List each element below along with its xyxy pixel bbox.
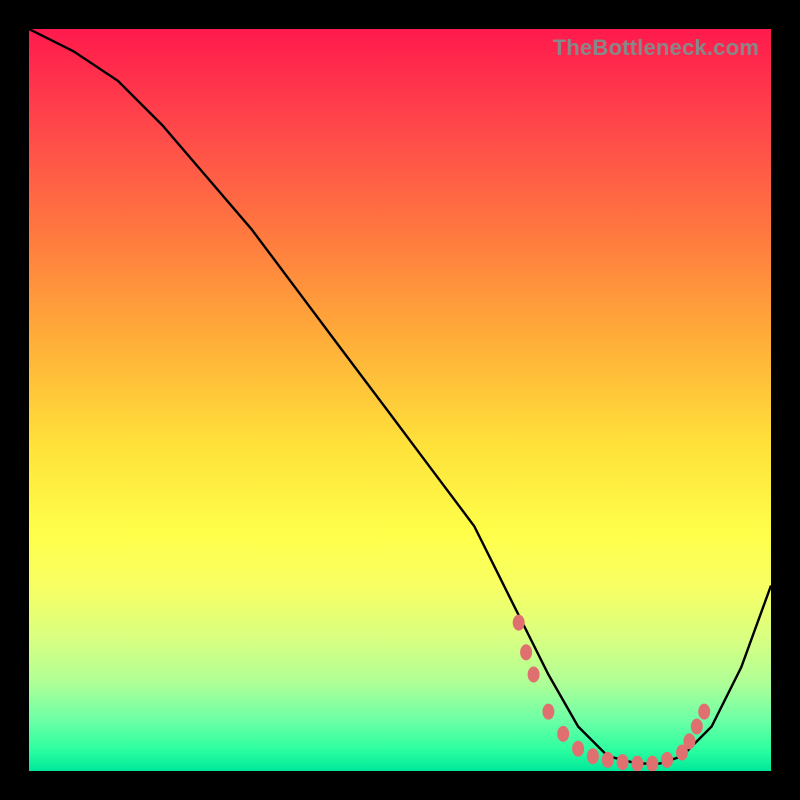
- bottleneck-curve: [29, 29, 771, 764]
- data-marker: [602, 752, 614, 768]
- data-marker: [557, 726, 569, 742]
- data-marker: [691, 719, 703, 735]
- data-marker: [683, 733, 695, 749]
- figure-frame: TheBottleneck.com: [0, 0, 800, 800]
- data-marker: [572, 741, 584, 757]
- data-marker: [617, 754, 629, 770]
- data-marker: [520, 644, 532, 660]
- curve-layer: [29, 29, 771, 764]
- data-marker: [631, 756, 643, 771]
- data-marker: [513, 615, 525, 631]
- marker-layer: [513, 615, 711, 771]
- data-marker: [698, 704, 710, 720]
- data-marker: [528, 667, 540, 683]
- chart-svg: [29, 29, 771, 771]
- data-marker: [587, 748, 599, 764]
- data-marker: [661, 752, 673, 768]
- data-marker: [646, 756, 658, 771]
- plot-area: TheBottleneck.com: [29, 29, 771, 771]
- data-marker: [542, 704, 554, 720]
